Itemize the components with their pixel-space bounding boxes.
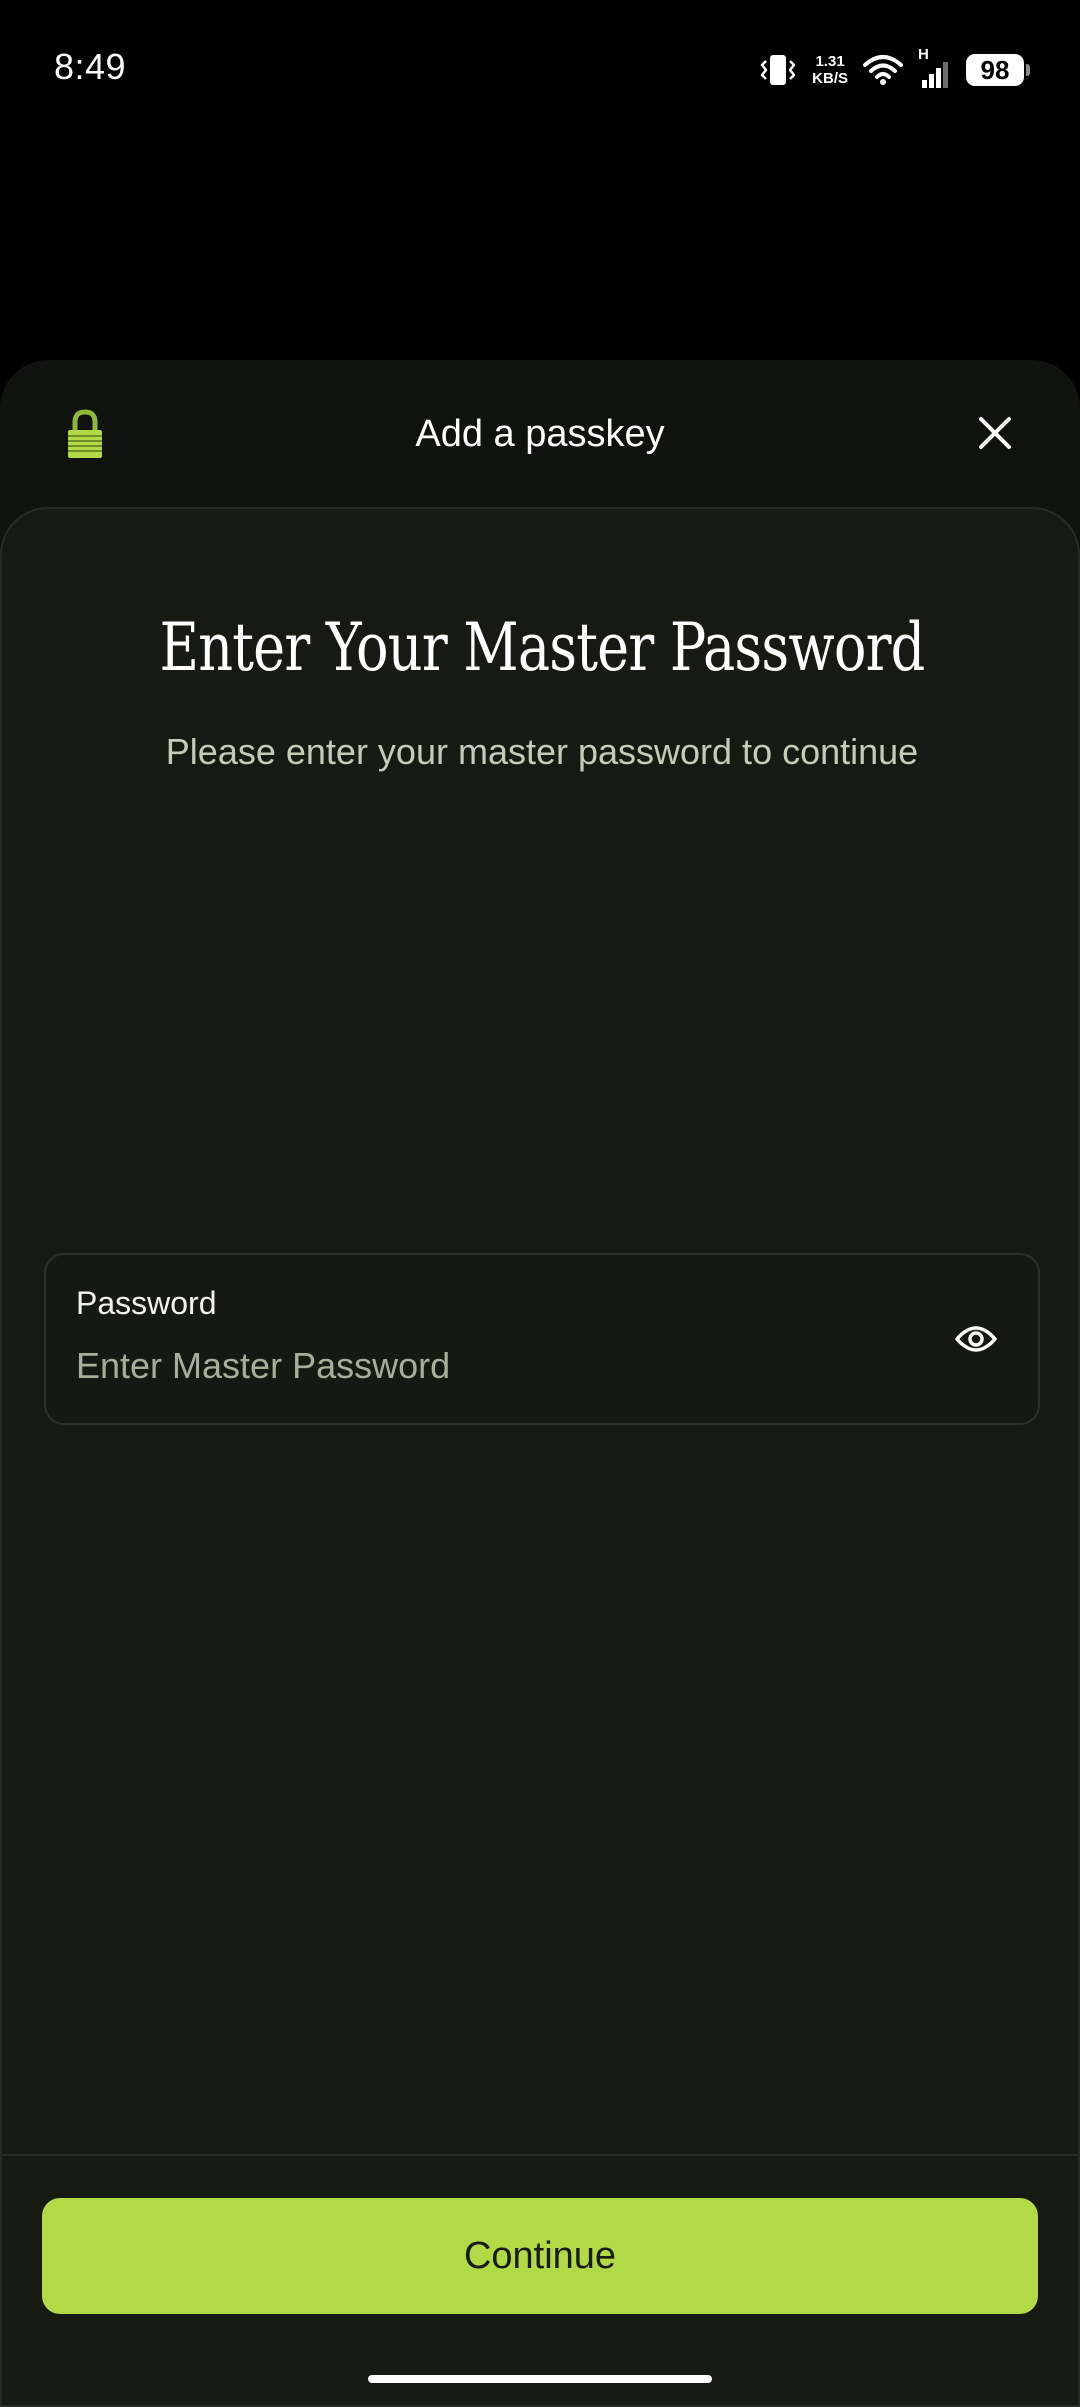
passkey-sheet: Add a passkey Enter Your Master Password… xyxy=(0,360,1080,2407)
password-field-label: Password xyxy=(76,1285,217,1321)
home-indicator[interactable] xyxy=(368,2375,712,2383)
sheet-title: Add a passkey xyxy=(415,413,665,455)
status-bar: 8:49 1.31 KB/S H 98 xyxy=(0,0,1080,140)
page-title: Enter Your Master Password xyxy=(159,609,926,686)
continue-button[interactable]: Continue xyxy=(42,2198,1038,2314)
close-icon xyxy=(979,417,1011,449)
footer-divider xyxy=(0,2154,1080,2156)
wifi-icon xyxy=(862,53,904,87)
vibrate-icon xyxy=(758,53,798,87)
network-speed-unit: KB/S xyxy=(812,70,848,87)
eye-icon xyxy=(955,1326,997,1352)
content-card: Enter Your Master Password Please enter … xyxy=(0,507,1080,2407)
battery-level: 98 xyxy=(980,54,1010,85)
show-password-button[interactable] xyxy=(954,1317,998,1361)
network-speed: 1.31 KB/S xyxy=(812,54,848,86)
sheet-header: Add a passkey xyxy=(0,360,1080,510)
status-icons: 1.31 KB/S H 98 xyxy=(758,46,1030,92)
password-field[interactable]: Password xyxy=(44,1253,1040,1425)
page-subtitle: Please enter your master password to con… xyxy=(165,731,919,772)
battery-icon: 98 xyxy=(966,54,1030,86)
close-button[interactable] xyxy=(968,406,1022,460)
network-speed-value: 1.31 xyxy=(815,53,845,70)
password-input[interactable] xyxy=(76,1343,936,1389)
cell-signal-icon: H xyxy=(918,46,952,90)
status-time: 8:49 xyxy=(54,46,127,87)
